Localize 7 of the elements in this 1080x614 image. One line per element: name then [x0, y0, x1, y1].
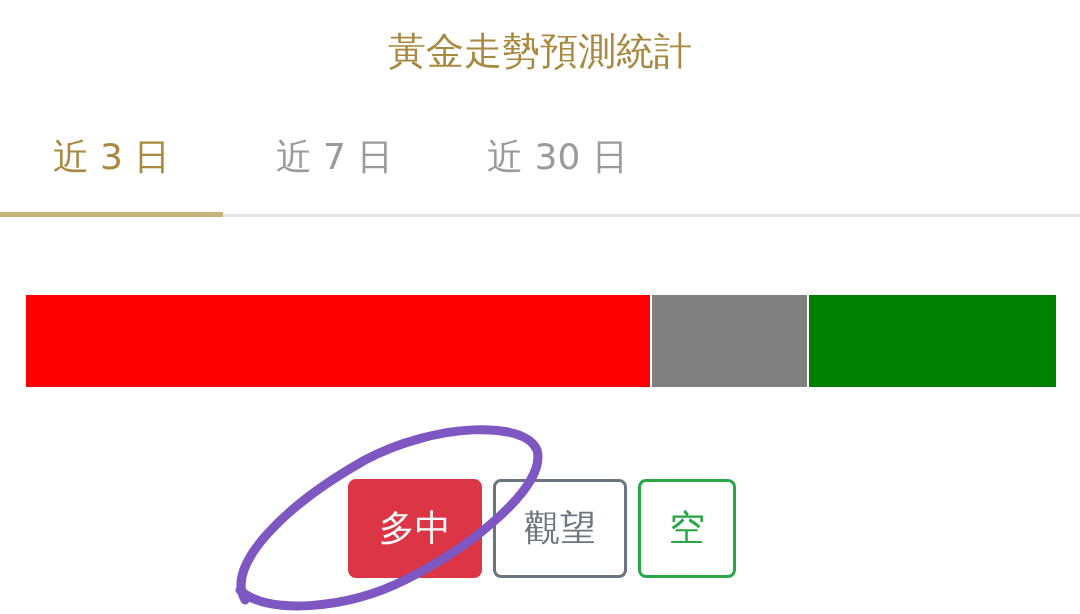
prediction-button[interactable]: 多中: [348, 479, 482, 578]
prediction-button[interactable]: 空: [638, 479, 736, 578]
page-title: 黃金走勢預測統計: [387, 28, 693, 75]
period-tab[interactable]: 近 7 日: [223, 102, 446, 217]
period-tab[interactable]: 近 30 日: [446, 102, 669, 217]
period-tab[interactable]: 近 3 日: [0, 102, 223, 217]
prediction-button[interactable]: 觀望: [493, 479, 627, 578]
